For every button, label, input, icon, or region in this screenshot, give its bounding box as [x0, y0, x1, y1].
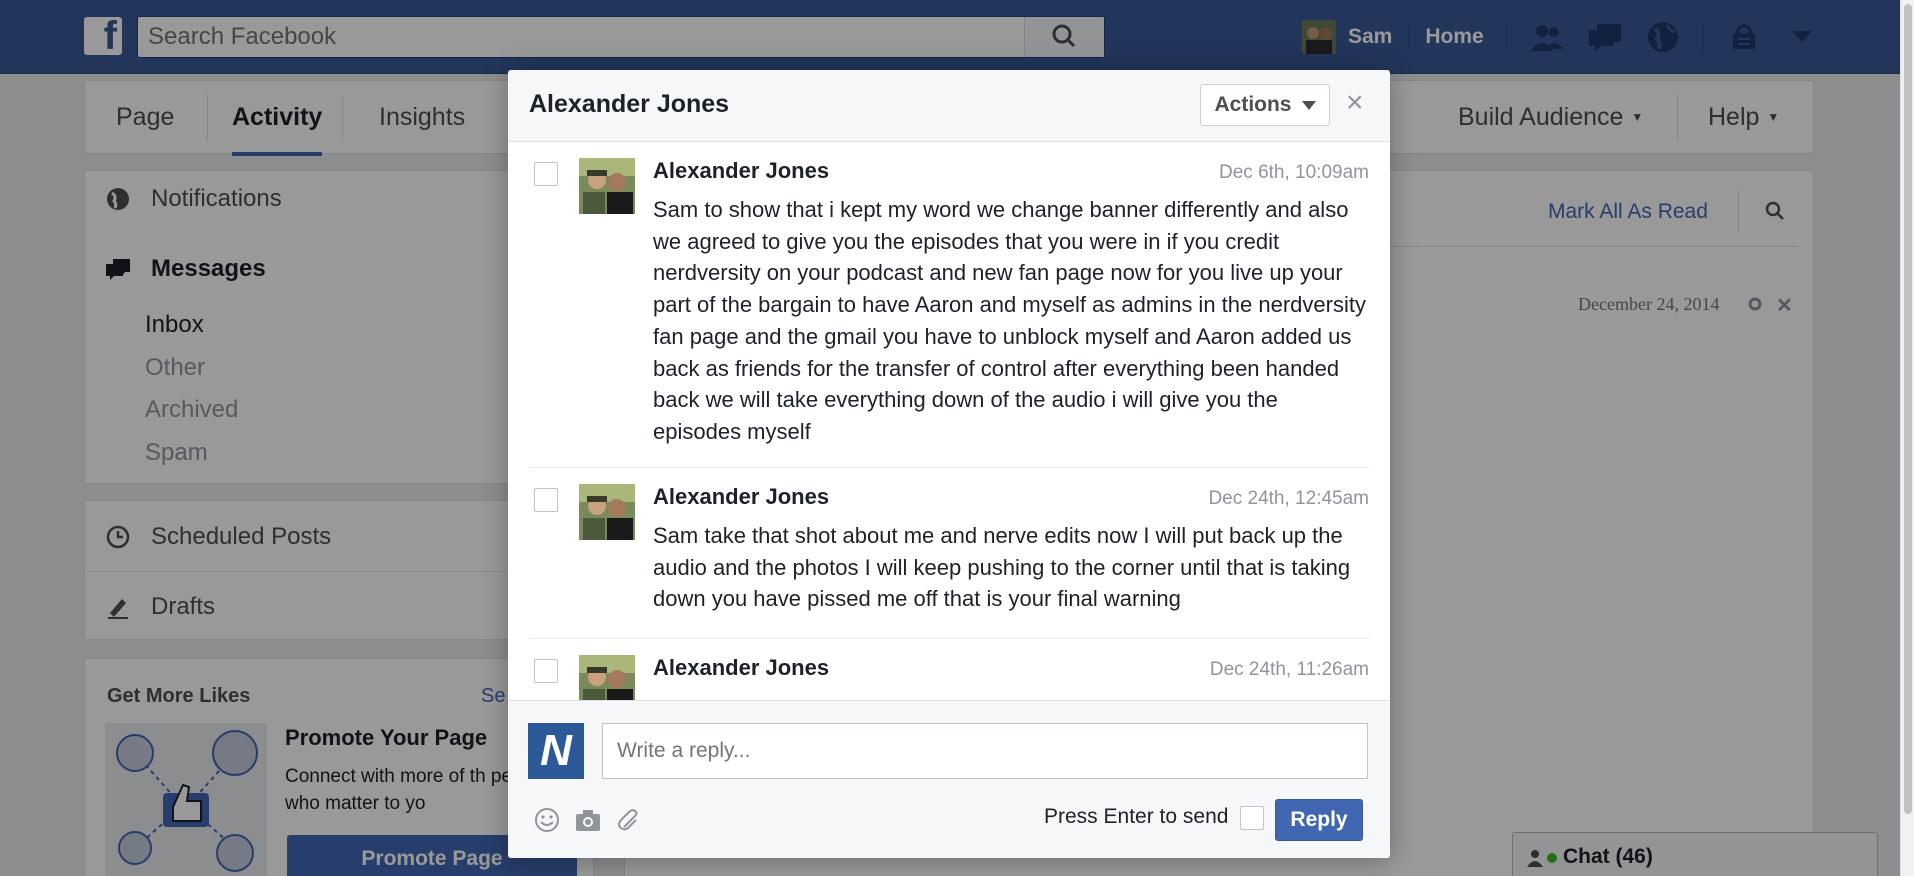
sender-avatar[interactable]	[579, 158, 635, 214]
conversation-dialog: Alexander Jones Actions × Alexander Jone…	[508, 70, 1390, 858]
message-list[interactable]: Alexander Jones Dec 6th, 10:09am Sam to …	[508, 142, 1390, 770]
dialog-header: Alexander Jones Actions ×	[508, 70, 1390, 142]
chevron-down-icon	[1301, 100, 1316, 110]
message-timestamp: Dec 24th, 12:45am	[1208, 488, 1369, 509]
sender-name[interactable]: Alexander Jones	[653, 655, 829, 681]
sender-name[interactable]: Alexander Jones	[653, 484, 829, 510]
sender-name[interactable]: Alexander Jones	[653, 158, 829, 184]
actions-label: Actions	[1214, 93, 1292, 116]
page-scrollbar[interactable]	[1900, 0, 1914, 876]
page-logo: N	[528, 723, 584, 779]
actions-dropdown-button[interactable]: Actions	[1200, 84, 1330, 126]
message-checkbox[interactable]	[534, 659, 558, 683]
emoji-icon[interactable]	[534, 807, 560, 838]
message-checkbox[interactable]	[534, 162, 558, 186]
message-text: Sam to show that i kept my word we chang…	[653, 197, 1366, 444]
camera-icon[interactable]	[574, 807, 602, 838]
press-enter-checkbox[interactable]	[1240, 806, 1264, 830]
message-checkbox[interactable]	[534, 488, 558, 512]
reply-composer: N Press Enter to send Reply	[508, 700, 1390, 858]
paperclip-icon[interactable]	[616, 807, 642, 838]
close-dialog-icon[interactable]: ×	[1346, 88, 1364, 118]
message-item: Alexander Jones Dec 24th, 12:45am Sam ta…	[529, 468, 1369, 639]
sender-avatar[interactable]	[579, 484, 635, 540]
message-item: Alexander Jones Dec 6th, 10:09am Sam to …	[529, 142, 1369, 468]
message-text: Sam take that shot about me and nerve ed…	[653, 523, 1351, 612]
message-timestamp: Dec 24th, 11:26am	[1209, 659, 1369, 680]
press-enter-label: Press Enter to send	[1044, 805, 1229, 828]
reply-input[interactable]	[602, 723, 1368, 779]
message-timestamp: Dec 6th, 10:09am	[1219, 162, 1369, 183]
reply-button[interactable]: Reply	[1275, 799, 1363, 841]
dialog-title: Alexander Jones	[529, 90, 730, 118]
